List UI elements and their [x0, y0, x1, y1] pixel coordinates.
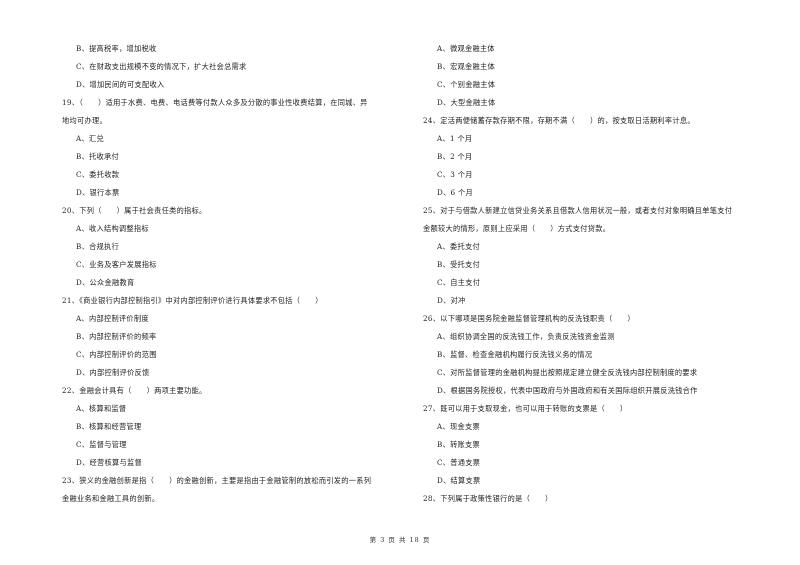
- answer-option: A、1 个月: [437, 134, 473, 143]
- answer-option: D、大型金融主体: [437, 98, 496, 107]
- right-column: A、微观金融主体 B、宏观金融主体 C、个别金融主体 D、大型金融主体 24、定活两便储…: [423, 40, 763, 508]
- answer-option: D、根据国务院授权，代表中国政府与外国政府和有关国际组织开展反洗钱合作: [437, 386, 698, 395]
- question-continuation: 金融业务和金融工具的创新。: [62, 494, 160, 503]
- question-continuation: 金额较大的情形，原则上应采用（ ）方式支付贷款。: [423, 224, 611, 233]
- answer-option: C、监督与管理: [76, 440, 127, 449]
- answer-option: A、核算和监督: [76, 404, 127, 413]
- answer-option: D、公众金融教育: [76, 278, 135, 287]
- answer-option: C、个别金融主体: [437, 80, 496, 89]
- question-continuation: 地均可办理。: [62, 116, 107, 125]
- question-text: 22、金融会计具有（ ）两项主要功能。: [62, 386, 207, 395]
- answer-option: A、微观金融主体: [437, 44, 495, 53]
- answer-option: D、增加民间的可支配收入: [76, 80, 165, 89]
- question-text: 27、既可以用于支取现金，也可以用于转账的支票是（ ）: [423, 404, 628, 413]
- question-text: 28、下列属于政策性银行的是（ ）: [423, 494, 553, 503]
- answer-option: C、在财政支出规模不变的情况下，扩大社会总需求: [76, 62, 247, 71]
- question-text: 23、狭义的金融创新是指（ ）的金融创新，主要是指由于金融管制的放松而引发的一系…: [62, 476, 372, 485]
- answer-option: A、内部控制评价制度: [76, 314, 149, 323]
- answer-option: A、汇兑: [76, 134, 104, 143]
- answer-option: B、宏观金融主体: [437, 62, 495, 71]
- question-text: 24、定活两便储蓄存款存期不限，存期不满（ ）的，按支取日活期利率计息。: [423, 116, 695, 125]
- answer-option: B、受托支付: [437, 260, 481, 269]
- answer-option: D、结算支票: [437, 476, 481, 485]
- question-text: 20、下列（ ）属于社会责任类的指标。: [62, 206, 207, 215]
- answer-option: D、6 个月: [437, 188, 473, 197]
- question-text: 21、《商业银行内部控制指引》中对内部控制评价进行具体要求不包括（ ）: [62, 296, 323, 305]
- answer-option: B、合规执行: [76, 242, 120, 251]
- answer-option: B、转账支票: [437, 440, 481, 449]
- answer-option: B、2 个月: [437, 152, 473, 161]
- question-text: 26、以下哪项是国务院金融监督管理机构的反洗钱职责（ ）: [423, 314, 635, 323]
- answer-option: C、普通支票: [437, 458, 481, 467]
- question-text: 25、对于与借款人新建立信贷业务关系且借款人信用状况一般，或者支付对象明确且单笔…: [423, 206, 733, 215]
- answer-option: C、3 个月: [437, 170, 473, 179]
- question-text: 19、（ ）适用于水费、电费、电话费等付款人众多及分散的事业性收费结算，在同城、…: [62, 98, 368, 107]
- answer-option: B、内部控制评价的频率: [76, 332, 157, 341]
- answer-option: D、银行本票: [76, 188, 120, 197]
- answer-option: C、业务及客户发展指标: [76, 260, 157, 269]
- answer-option: B、监督、检查金融机构履行反洗钱义务的情况: [437, 350, 593, 359]
- answer-option: C、委托收款: [76, 170, 120, 179]
- answer-option: A、收入结构调整指标: [76, 224, 149, 233]
- answer-option: B、托收承付: [76, 152, 120, 161]
- answer-option: C、自主支付: [437, 278, 481, 287]
- answer-option: C、对所监督管理的金融机构提出按照规定建立健全反洗钱内部控制制度的要求: [437, 368, 698, 377]
- answer-option: B、核算和经营管理: [76, 422, 142, 431]
- answer-option: D、内部控制评价反馈: [76, 368, 150, 377]
- answer-option: A、现金支票: [437, 422, 480, 431]
- answer-option: D、对冲: [437, 296, 466, 305]
- answer-option: A、委托支付: [437, 242, 480, 251]
- left-column: B、提高税率，增加税收 C、在财政支出规模不变的情况下，扩大社会总需求 D、增加民间…: [62, 40, 402, 508]
- answer-option: D、经营核算与监督: [76, 458, 142, 467]
- answer-option: B、提高税率，增加税收: [76, 44, 157, 53]
- answer-option: A、组织协调全国的反洗钱工作，负责反洗钱资金监测: [437, 332, 615, 341]
- page-footer: 第 3 页 共 18 页: [369, 536, 431, 544]
- answer-option: C、内部控制评价的范围: [76, 350, 157, 359]
